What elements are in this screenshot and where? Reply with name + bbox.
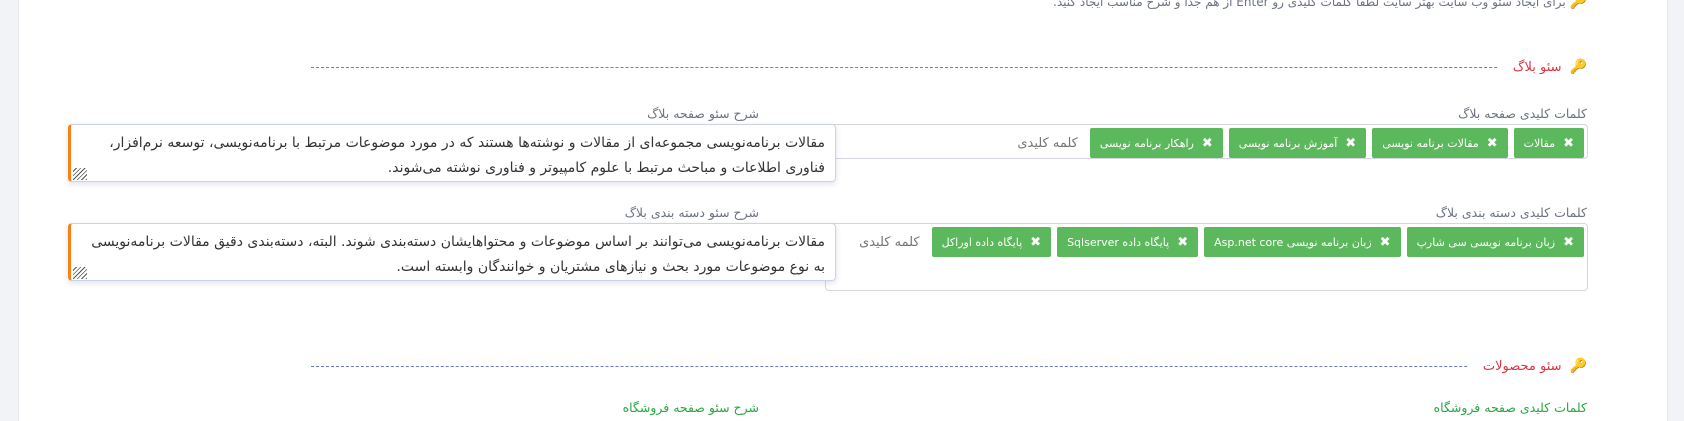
close-icon[interactable]: ✖ <box>1487 136 1498 151</box>
section-divider <box>311 366 1587 367</box>
key-icon: 🔑 <box>1569 358 1587 374</box>
section-title: سئو محصولات <box>1482 358 1562 374</box>
seo-hint-text: برای ایجاد سئو وب سایت بهتر سایت لطفا کل… <box>1053 0 1566 9</box>
keyword-tag-label: زبان برنامه نویسی Asp.net core <box>1214 235 1372 249</box>
keyword-tag: ✖ آموزش برنامه نویسی <box>1228 128 1367 158</box>
keyword-tag: ✖ راهکار برنامه نویسی <box>1089 128 1223 158</box>
close-icon[interactable]: ✖ <box>1177 235 1188 250</box>
keyword-tag: ✖ پایگاه داده Sqlserver <box>1057 227 1199 257</box>
keyword-tag-label: مقالات برنامه نویسی <box>1382 136 1479 150</box>
close-icon[interactable]: ✖ <box>1345 136 1356 151</box>
section-products-seo: 🔑 سئو محصولات <box>311 356 1587 376</box>
resize-handle[interactable] <box>73 267 87 279</box>
keyword-tag-label: مقالات <box>1523 136 1556 150</box>
close-icon[interactable]: ✖ <box>1563 235 1574 250</box>
category-description-textarea[interactable]: مقالات برنامه‌نویسی می‌توانند بر اساس مو… <box>68 223 836 281</box>
close-icon[interactable]: ✖ <box>1563 136 1574 151</box>
blog-keywords-input[interactable]: ✖ مقالات ✖ مقالات برنامه نویسی ✖ آموزش برنامه… <box>825 124 1588 159</box>
shop-keywords-label: کلمات کلیدی صفحه فروشگاه <box>1433 400 1587 415</box>
close-icon[interactable]: ✖ <box>1030 235 1041 250</box>
blog-description-text: مقالات برنامه‌نویسی مجموعه‌ای از مقالات … <box>109 135 825 176</box>
key-icon: 🔑 <box>1569 59 1587 75</box>
section-title: سئو بلاگ <box>1512 59 1562 75</box>
keyword-input[interactable] <box>991 135 1084 151</box>
keyword-input[interactable] <box>833 234 926 250</box>
blog-description-textarea[interactable]: مقالات برنامه‌نویسی مجموعه‌ای از مقالات … <box>68 124 836 182</box>
keyword-tag-label: پایگاه داده Sqlserver <box>1067 235 1170 249</box>
resize-handle[interactable] <box>73 168 87 180</box>
seo-settings-card: 🔑 برای ایجاد سئو وب سایت بهتر سایت لطفا … <box>18 0 1668 421</box>
keyword-tag-label: آموزش برنامه نویسی <box>1238 136 1338 150</box>
keyword-tag: ✖ مقالات برنامه نویسی <box>1372 128 1508 158</box>
category-description-text: مقالات برنامه‌نویسی می‌توانند بر اساس مو… <box>91 234 825 275</box>
keyword-tag: ✖ مقالات <box>1513 128 1584 158</box>
section-divider <box>311 67 1587 68</box>
close-icon[interactable]: ✖ <box>1202 136 1213 151</box>
category-description-label: شرح سئو دسته بندی بلاگ <box>624 205 759 220</box>
shop-description-label: شرح سئو صفحه فروشگاه <box>622 400 759 415</box>
section-blog-seo: 🔑 سئو بلاگ <box>311 57 1587 77</box>
keyword-tag-label: پایگاه داده اوراکل <box>941 235 1023 249</box>
keyword-tag-label: زبان برنامه نویسی سی شارپ <box>1416 235 1556 249</box>
category-keywords-label: کلمات کلیدی دسته بندی بلاگ <box>1435 205 1587 220</box>
blog-description-label: شرح سئو صفحه بلاگ <box>647 106 759 121</box>
keyword-tag-label: راهکار برنامه نویسی <box>1099 136 1194 150</box>
seo-hint: 🔑 برای ایجاد سئو وب سایت بهتر سایت لطفا … <box>1053 0 1587 10</box>
keyword-tag: ✖ پایگاه داده اوراکل <box>931 227 1052 257</box>
blog-keywords-label: کلمات کلیدی صفحه بلاگ <box>1458 106 1587 121</box>
key-icon: 🔑 <box>1569 0 1587 10</box>
keyword-tag: ✖ زبان برنامه نویسی Asp.net core <box>1204 227 1401 257</box>
close-icon[interactable]: ✖ <box>1380 235 1391 250</box>
keyword-tag: ✖ زبان برنامه نویسی سی شارپ <box>1406 227 1584 257</box>
category-keywords-input[interactable]: ✖ زبان برنامه نویسی سی شارپ ✖ زبان برنامه ن… <box>825 223 1588 291</box>
